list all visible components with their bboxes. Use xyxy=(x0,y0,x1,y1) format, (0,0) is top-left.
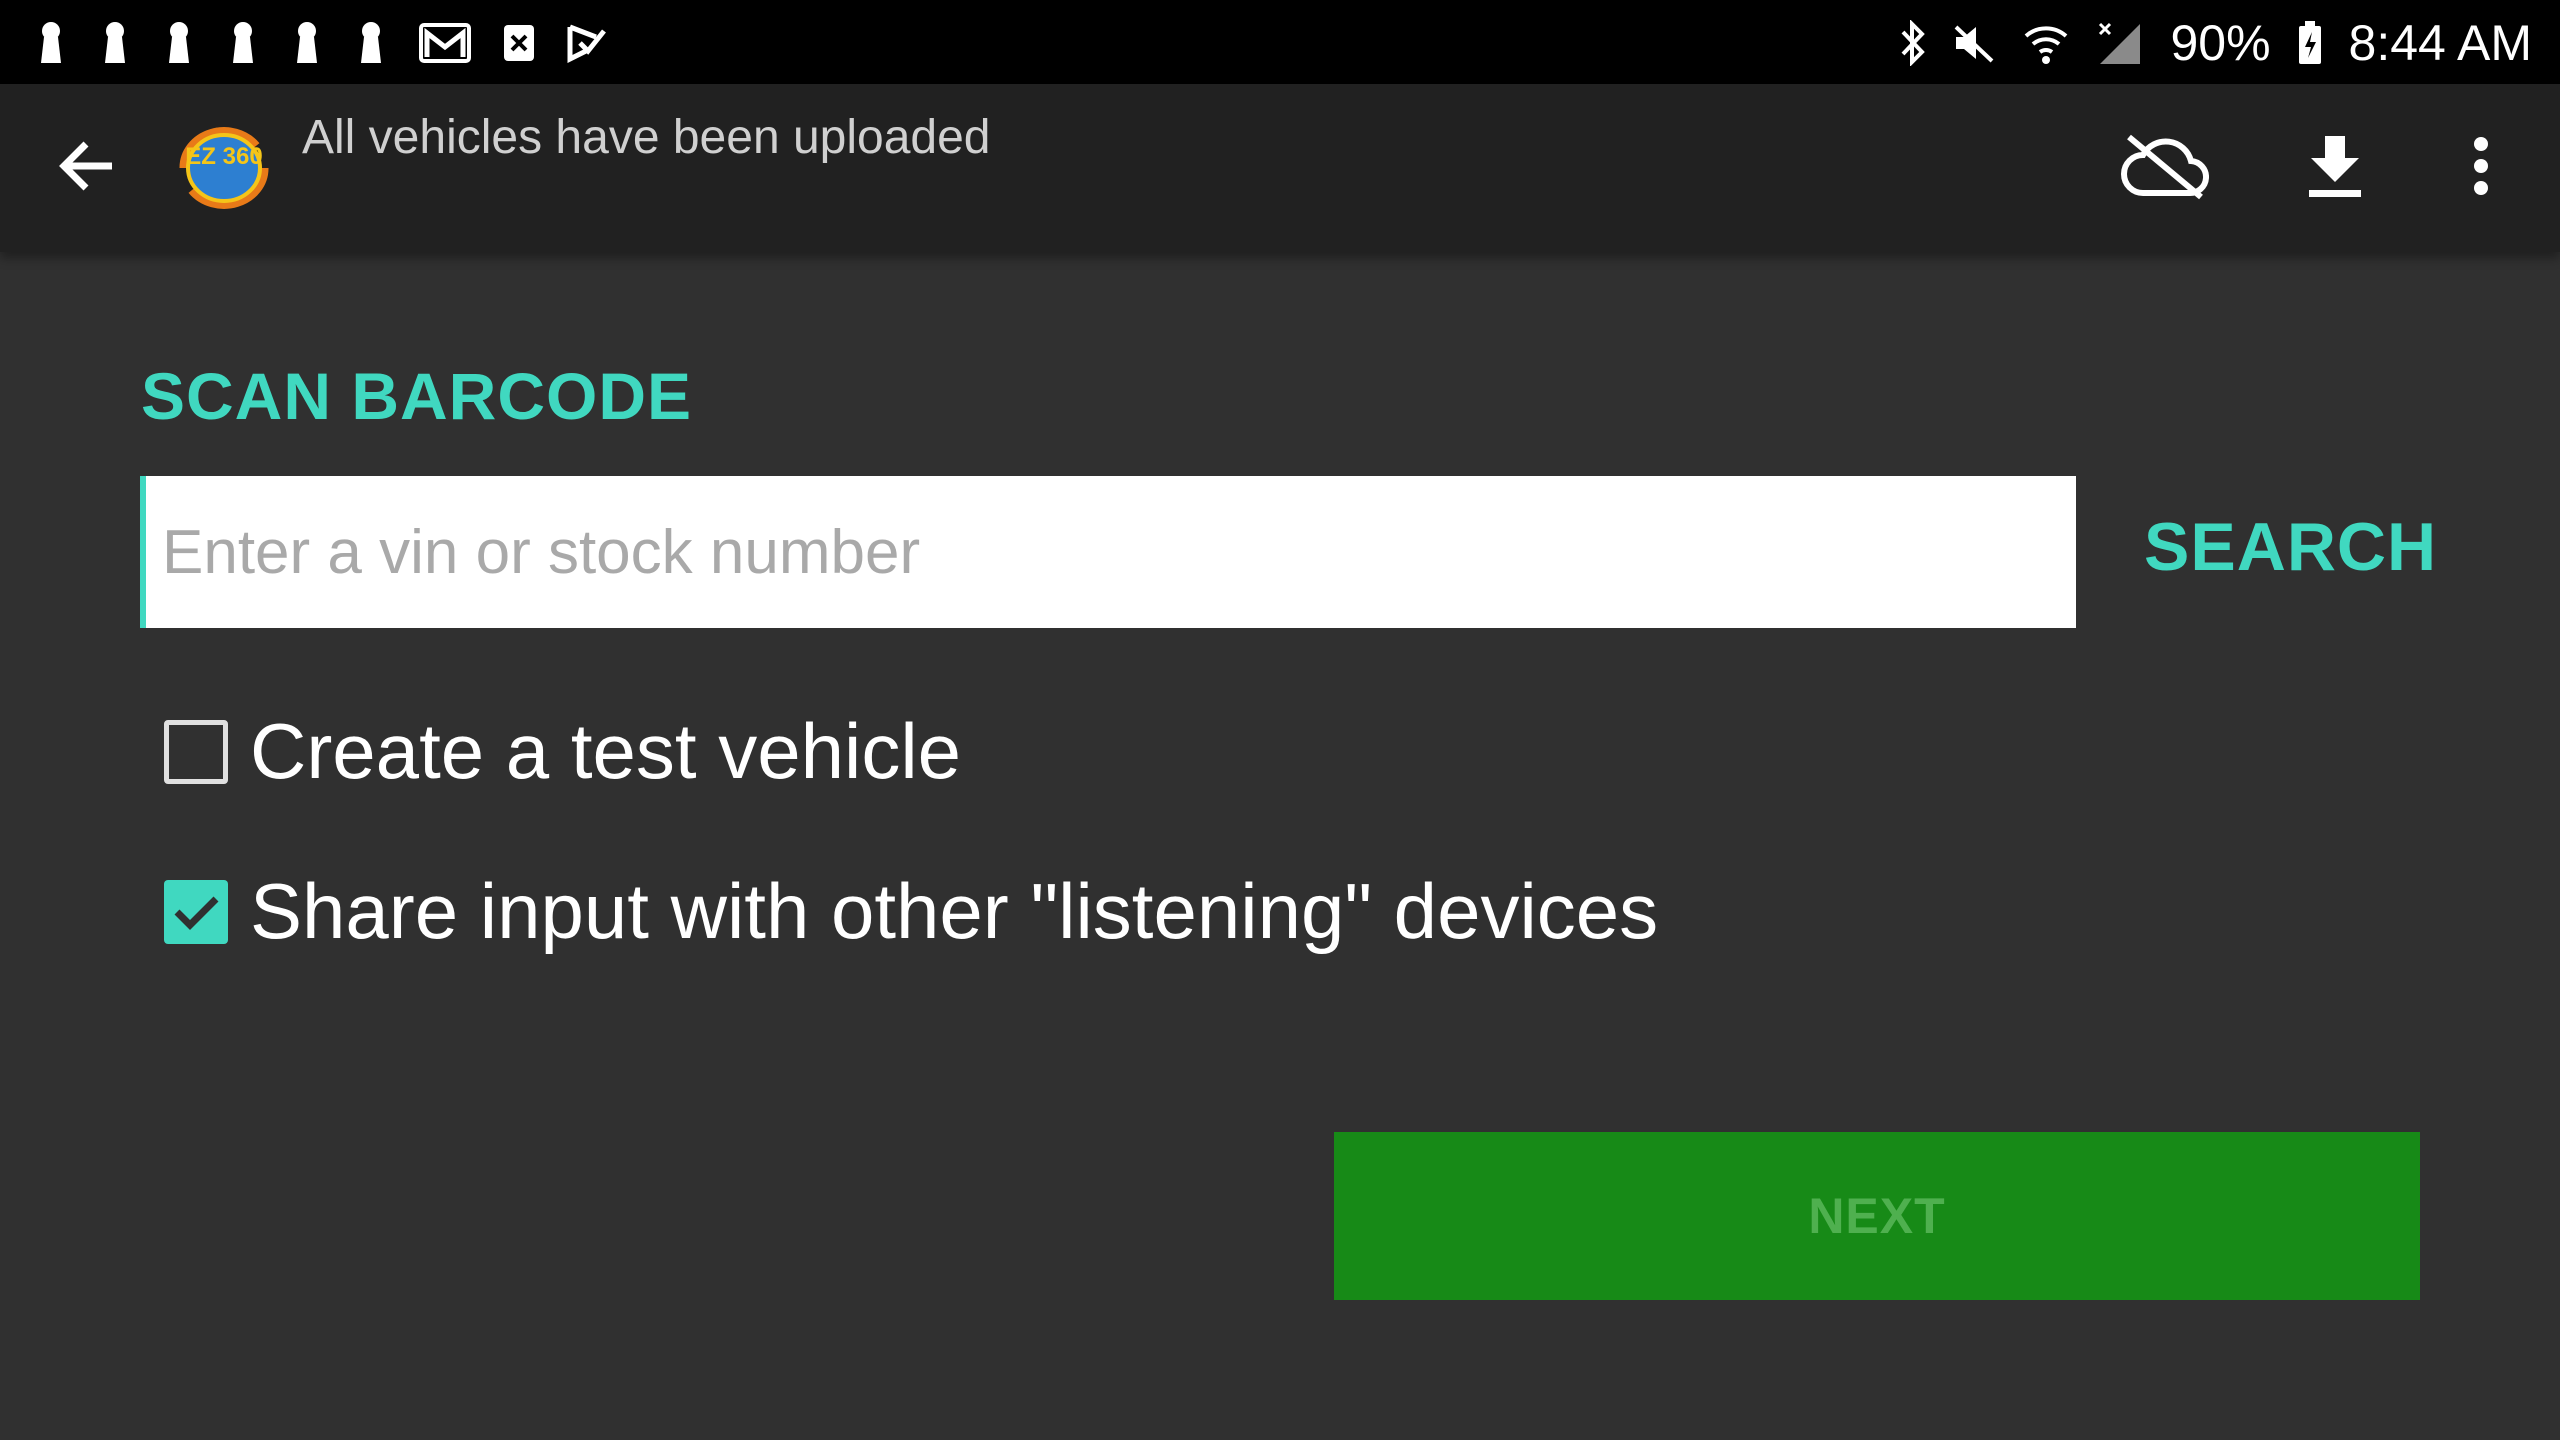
logo-text: EZ 360 xyxy=(185,143,262,170)
keyhole-icon xyxy=(34,20,68,66)
bluetooth-icon xyxy=(1900,19,1926,67)
battery-charging-icon xyxy=(2297,19,2323,67)
download-icon xyxy=(2307,134,2363,203)
arrow-left-icon xyxy=(56,138,116,199)
no-signal-icon xyxy=(2096,19,2144,67)
test-vehicle-label: Create a test vehicle xyxy=(250,707,962,795)
upload-status-text: All vehicles have been uploaded xyxy=(302,111,991,164)
vin-search-input[interactable] xyxy=(140,476,2076,628)
share-input-option[interactable]: Share input with other "listening" devic… xyxy=(164,866,1658,957)
clock: 8:44 AM xyxy=(2348,15,2532,71)
next-button-label: NEXT xyxy=(1808,1188,1946,1244)
mute-icon xyxy=(1952,19,1996,67)
back-button[interactable] xyxy=(44,126,128,210)
keyhole-icon xyxy=(226,20,260,66)
cloud-sync-button[interactable] xyxy=(2120,126,2210,210)
section-title: SCAN BARCODE xyxy=(141,359,693,433)
overflow-menu-button[interactable] xyxy=(2436,126,2526,210)
wifi-icon xyxy=(2022,19,2070,67)
next-button[interactable]: NEXT xyxy=(1334,1132,2420,1300)
battery-percent: 90% xyxy=(2170,15,2271,71)
app-toolbar: EZ 360 All vehicles have been uploaded xyxy=(0,84,2560,252)
keyhole-icon xyxy=(162,20,196,66)
share-input-label: Share input with other "listening" devic… xyxy=(250,867,1659,955)
close-box-icon xyxy=(502,20,536,66)
notification-icons xyxy=(34,18,606,68)
test-vehicle-option[interactable]: Create a test vehicle xyxy=(164,706,961,797)
app-logo: EZ 360 xyxy=(172,124,276,212)
cloud-off-icon xyxy=(2121,131,2209,206)
check-flag-icon xyxy=(566,20,606,66)
system-icons: 90% 8:44 AM xyxy=(1900,10,2532,76)
checkbox-unchecked-icon[interactable] xyxy=(164,719,228,784)
keyhole-icon xyxy=(354,20,388,66)
keyhole-icon xyxy=(98,20,132,66)
more-vertical-icon xyxy=(2473,136,2489,201)
keyhole-icon xyxy=(290,20,324,66)
download-button[interactable] xyxy=(2290,126,2380,210)
search-button[interactable]: SEARCH xyxy=(2144,508,2437,586)
status-bar: 90% 8:44 AM xyxy=(0,0,2560,84)
gmail-icon xyxy=(418,20,472,66)
checkbox-checked-icon[interactable] xyxy=(164,879,228,944)
